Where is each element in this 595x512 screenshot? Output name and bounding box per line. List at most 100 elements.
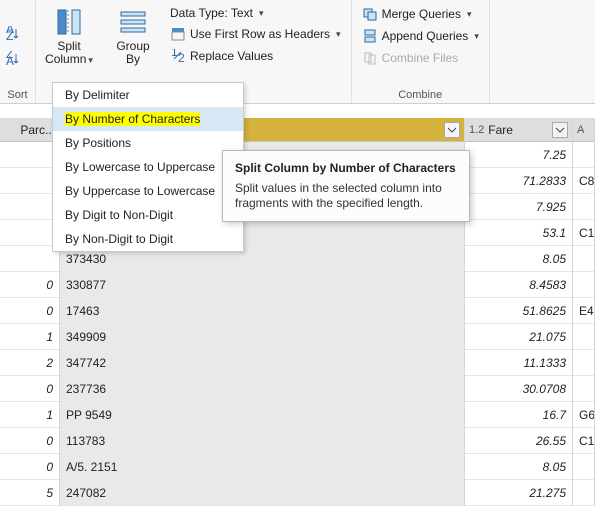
append-icon [362, 28, 378, 44]
table-cell[interactable]: PP 9549 [60, 402, 464, 428]
table-cell[interactable]: 8.4583 [465, 272, 572, 298]
chevron-down-icon: ▾ [259, 8, 264, 19]
table-cell[interactable] [573, 272, 594, 298]
chevron-down-icon: ▾ [336, 29, 341, 40]
table-cell[interactable]: G6 [573, 402, 594, 428]
table-cell[interactable]: 0 [0, 376, 59, 402]
tooltip-body: Split values in the selected column into… [235, 181, 457, 211]
table-cell[interactable] [0, 194, 59, 220]
split-column-button[interactable]: Split Column▾ [38, 2, 100, 87]
table-cell[interactable] [0, 168, 59, 194]
table-cell[interactable]: 53.1 [465, 220, 572, 246]
table-cell[interactable]: 1 [0, 324, 59, 350]
column-extra: A C8C1E4G6C1 [573, 118, 595, 506]
split-column-menu: By Delimiter By Number of Characters By … [52, 82, 244, 252]
combine-group-label: Combine [358, 87, 483, 103]
filter-dropdown-button[interactable] [552, 122, 568, 138]
column-header-parc[interactable]: Parc... [0, 118, 59, 142]
table-cell[interactable]: C8 [573, 168, 594, 194]
table-cell[interactable]: 5 [0, 480, 59, 506]
table-cell[interactable]: 0 [0, 454, 59, 480]
sort-asc-icon[interactable]: AZ [6, 26, 26, 45]
sort-group-label: Sort [6, 87, 29, 103]
table-cell[interactable]: 21.275 [465, 480, 572, 506]
svg-text:1: 1 [171, 49, 178, 59]
table-header-icon [170, 26, 186, 42]
table-cell[interactable]: 16.7 [465, 402, 572, 428]
menu-item-by-uppercase-to-lowercase[interactable]: By Uppercase to Lowercase [53, 179, 243, 203]
table-cell[interactable]: 71.2833 [465, 168, 572, 194]
first-row-headers-button[interactable]: Use First Row as Headers▾ [166, 24, 345, 44]
table-cell[interactable] [573, 350, 594, 376]
menu-item-by-non-digit-to-digit[interactable]: By Non-Digit to Digit [53, 227, 243, 251]
chevron-down-icon: ▾ [88, 55, 93, 65]
table-cell[interactable]: A/5. 2151 [60, 454, 464, 480]
merge-icon [362, 6, 378, 22]
split-column-icon [53, 6, 85, 38]
table-cell[interactable]: 0 [0, 428, 59, 454]
table-cell[interactable]: 349909 [60, 324, 464, 350]
replace-values-button[interactable]: 12 Replace Values [166, 46, 345, 66]
table-cell[interactable]: 237736 [60, 376, 464, 402]
table-cell[interactable]: 26.55 [465, 428, 572, 454]
tooltip: Split Column by Number of Characters Spl… [222, 150, 470, 222]
chevron-down-icon: ▾ [467, 9, 472, 20]
tooltip-title: Split Column by Number of Characters [235, 161, 457, 175]
combine-files-button[interactable]: Combine Files [358, 48, 483, 68]
table-cell[interactable] [573, 376, 594, 402]
menu-item-by-number-of-characters[interactable]: By Number of Characters [53, 107, 243, 131]
table-cell[interactable]: 51.8625 [465, 298, 572, 324]
column-parc: Parc... 001201005 [0, 118, 60, 506]
table-cell[interactable]: 347742 [60, 350, 464, 376]
replace-icon: 12 [170, 48, 186, 64]
table-cell[interactable] [573, 454, 594, 480]
svg-text:Z: Z [6, 29, 13, 42]
table-cell[interactable] [0, 142, 59, 168]
group-by-icon [117, 6, 149, 38]
combine-group: Merge Queries▾ Append Queries▾ Combine F… [352, 0, 490, 103]
table-cell[interactable]: 247082 [60, 480, 464, 506]
table-cell[interactable] [573, 480, 594, 506]
table-cell[interactable]: C1 [573, 220, 594, 246]
table-cell[interactable] [573, 246, 594, 272]
table-cell[interactable]: E4 [573, 298, 594, 324]
table-cell[interactable]: 30.0708 [465, 376, 572, 402]
table-cell[interactable]: 2 [0, 350, 59, 376]
table-cell[interactable]: 330877 [60, 272, 464, 298]
menu-item-by-lowercase-to-uppercase[interactable]: By Lowercase to Uppercase [53, 155, 243, 179]
table-cell[interactable]: 7.25 [465, 142, 572, 168]
group-by-button[interactable]: Group By [102, 2, 164, 87]
menu-item-by-digit-to-non-digit[interactable]: By Digit to Non-Digit [53, 203, 243, 227]
table-cell[interactable]: 11.1333 [465, 350, 572, 376]
combine-files-icon [362, 50, 378, 66]
table-cell[interactable]: 0 [0, 272, 59, 298]
filter-dropdown-button[interactable] [444, 122, 460, 138]
table-cell[interactable] [573, 324, 594, 350]
column-header-extra[interactable]: A [573, 118, 594, 142]
svg-text:A: A [6, 54, 14, 67]
menu-item-by-positions[interactable]: By Positions [53, 131, 243, 155]
table-cell[interactable]: 17463 [60, 298, 464, 324]
chevron-down-icon: ▾ [474, 31, 479, 42]
column-header-fare[interactable]: 1.2 Fare [465, 118, 572, 142]
table-cell[interactable] [0, 246, 59, 272]
table-cell[interactable]: 113783 [60, 428, 464, 454]
sort-desc-icon[interactable]: ZA [6, 51, 26, 70]
table-cell[interactable]: 21.075 [465, 324, 572, 350]
table-cell[interactable] [573, 194, 594, 220]
column-fare: 1.2 Fare 7.2571.28337.92553.18.058.45835… [465, 118, 573, 506]
append-queries-button[interactable]: Append Queries▾ [358, 26, 483, 46]
svg-text:2: 2 [178, 51, 185, 63]
sort-group: AZ ZA Sort [0, 0, 36, 103]
table-cell[interactable]: 8.05 [465, 454, 572, 480]
table-cell[interactable]: C1 [573, 428, 594, 454]
table-cell[interactable] [573, 142, 594, 168]
table-cell[interactable]: 7.925 [465, 194, 572, 220]
menu-item-by-delimiter[interactable]: By Delimiter [53, 83, 243, 107]
table-cell[interactable]: 1 [0, 402, 59, 428]
table-cell[interactable]: 8.05 [465, 246, 572, 272]
table-cell[interactable]: 0 [0, 298, 59, 324]
table-cell[interactable] [0, 220, 59, 246]
data-type-button[interactable]: Data Type: Text▾ [166, 4, 345, 22]
merge-queries-button[interactable]: Merge Queries▾ [358, 4, 483, 24]
